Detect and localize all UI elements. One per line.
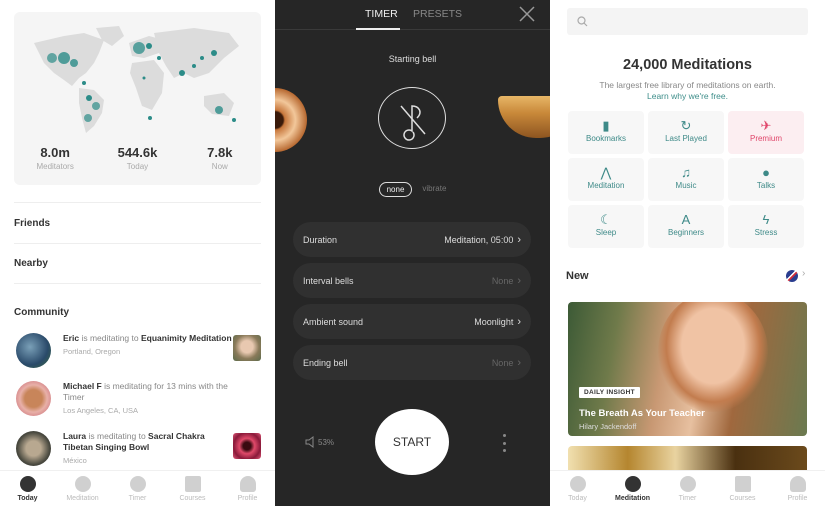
tab-meditation[interactable]: Meditation	[58, 471, 108, 506]
daily-insight-badge: DAILY INSIGHT	[579, 387, 640, 398]
start-button[interactable]: START	[375, 409, 449, 475]
tab-meditation[interactable]: Meditation	[608, 471, 658, 506]
category-last-played[interactable]: ↻ Last Played	[648, 111, 724, 154]
moon-icon: ☾	[600, 212, 612, 227]
library-screen: 24,000 Meditations The largest free libr…	[550, 0, 825, 506]
vibrate-toggle: none vibrate	[275, 182, 550, 197]
category-meditation[interactable]: ⋀ Meditation	[568, 158, 644, 201]
avatar	[16, 333, 51, 368]
close-icon[interactable]	[518, 5, 536, 23]
chevron-right-icon: ›	[517, 356, 521, 369]
bookmark-icon: ▮	[602, 118, 610, 133]
ending-bell-setting[interactable]: Ending bell None ›	[293, 345, 531, 380]
hands-icon: ⋀	[600, 165, 612, 180]
tab-today[interactable]: Today	[553, 471, 603, 506]
courses-icon	[184, 476, 201, 492]
category-bookmarks[interactable]: ▮ Bookmarks	[568, 111, 644, 154]
category-premium[interactable]: ✈ Premium	[728, 111, 804, 154]
tab-bar: Today Meditation Timer Courses Profile	[0, 470, 275, 506]
learn-why-free-link[interactable]: Learn why we're free.	[647, 91, 728, 101]
person-icon	[789, 476, 806, 492]
replay-icon: ↻	[680, 118, 692, 133]
featured-image	[658, 302, 768, 412]
bird-icon: ✈	[760, 118, 772, 133]
nearby-link[interactable]: Nearby	[14, 243, 261, 284]
tab-bar: Today Meditation Timer Courses Profile	[550, 470, 825, 506]
chevron-right-icon: ›	[517, 274, 521, 287]
community-item[interactable]: Michael F is meditating for 13 mins with…	[14, 381, 264, 426]
tab-profile[interactable]: Profile	[223, 471, 273, 506]
starting-bell-label: Starting bell	[388, 54, 437, 64]
tab-timer[interactable]: TIMER	[365, 8, 398, 20]
today-screen: 8.0m Meditators 544.6k Today 7.8k Now Frien…	[0, 0, 275, 506]
tab-presets[interactable]: PRESETS	[413, 8, 462, 20]
community-item[interactable]: Eric is meditating to Equanimity Meditat…	[14, 333, 264, 378]
chevron-right-icon: ›	[517, 315, 521, 328]
letter-a-icon: A	[681, 212, 691, 227]
globe-icon	[19, 476, 36, 492]
tab-profile[interactable]: Profile	[773, 471, 823, 506]
timer-screen: TIMER PRESETS Starting bell none vibrate…	[275, 0, 550, 506]
stat-meditators: 8.0m Meditators	[36, 145, 74, 171]
chevron-right-icon: ›	[517, 233, 521, 246]
more-options-icon[interactable]	[501, 434, 507, 452]
headphones-icon	[74, 476, 91, 492]
duration-setting[interactable]: Duration Meditation, 05:00 ›	[293, 222, 531, 257]
no-bell-option[interactable]	[378, 87, 446, 149]
world-map-card[interactable]: 8.0m Meditators 544.6k Today 7.8k Now	[14, 12, 261, 185]
tab-courses[interactable]: Courses	[718, 471, 768, 506]
search-icon	[577, 16, 588, 27]
timer-tabs: TIMER PRESETS	[275, 0, 550, 30]
library-subtitle: The largest free library of meditations …	[599, 80, 776, 90]
person-icon	[239, 476, 256, 492]
vibrate-option[interactable]: vibrate	[422, 182, 446, 197]
chevron-right-icon[interactable]: ›	[802, 268, 805, 279]
avatar	[16, 431, 51, 466]
stat-now: 7.8k Now	[207, 145, 233, 171]
category-music[interactable]: ♫ Music	[648, 158, 724, 201]
category-talks[interactable]: ● Talks	[728, 158, 804, 201]
featured-author: Hilary Jackendoff	[579, 422, 637, 431]
tab-today[interactable]: Today	[3, 471, 53, 506]
category-sleep[interactable]: ☾ Sleep	[568, 205, 644, 248]
new-section-title: New	[566, 270, 589, 282]
stat-today: 544.6k Today	[117, 145, 158, 171]
tab-timer[interactable]: Timer	[113, 471, 163, 506]
uk-flag-icon[interactable]	[786, 270, 798, 282]
track-thumbnail[interactable]	[233, 335, 261, 361]
globe-icon	[569, 476, 586, 492]
speaker-icon	[305, 436, 314, 448]
category-stress[interactable]: ϟ Stress	[728, 205, 804, 248]
music-note-icon: ♫	[681, 165, 691, 180]
tab-timer[interactable]: Timer	[663, 471, 713, 506]
search-input[interactable]	[567, 8, 808, 35]
featured-title: The Breath As Your Teacher	[579, 408, 705, 419]
volume-control[interactable]: 53%	[305, 436, 334, 448]
avatar	[16, 381, 51, 416]
headphones-icon	[624, 476, 641, 492]
world-map	[34, 26, 239, 133]
clock-icon	[679, 476, 696, 492]
microphone-icon: ●	[762, 165, 770, 180]
library-title: 24,000 Meditations	[623, 57, 752, 73]
courses-icon	[734, 476, 751, 492]
tab-courses[interactable]: Courses	[168, 471, 218, 506]
lightning-icon: ϟ	[762, 212, 770, 227]
community-title: Community	[14, 307, 69, 318]
singing-bowl-option[interactable]	[498, 96, 550, 138]
friends-link[interactable]: Friends	[14, 202, 261, 243]
category-grid: ▮ Bookmarks ↻ Last Played ✈ Premium ⋀ Medita…	[568, 111, 808, 248]
clock-icon	[129, 476, 146, 492]
category-beginners[interactable]: A Beginners	[648, 205, 724, 248]
vibrate-none-option[interactable]: none	[378, 182, 413, 197]
active-tab-indicator	[356, 28, 400, 30]
interval-bells-setting[interactable]: Interval bells None ›	[293, 263, 531, 298]
track-thumbnail[interactable]	[233, 433, 261, 459]
stats-row: 8.0m Meditators 544.6k Today 7.8k Now	[14, 145, 261, 171]
ambient-sound-setting[interactable]: Ambient sound Moonlight ›	[293, 304, 531, 339]
featured-card[interactable]: DAILY INSIGHT The Breath As Your Teacher…	[568, 302, 807, 436]
gong-bell-option[interactable]	[275, 88, 307, 152]
music-off-icon	[400, 105, 426, 141]
